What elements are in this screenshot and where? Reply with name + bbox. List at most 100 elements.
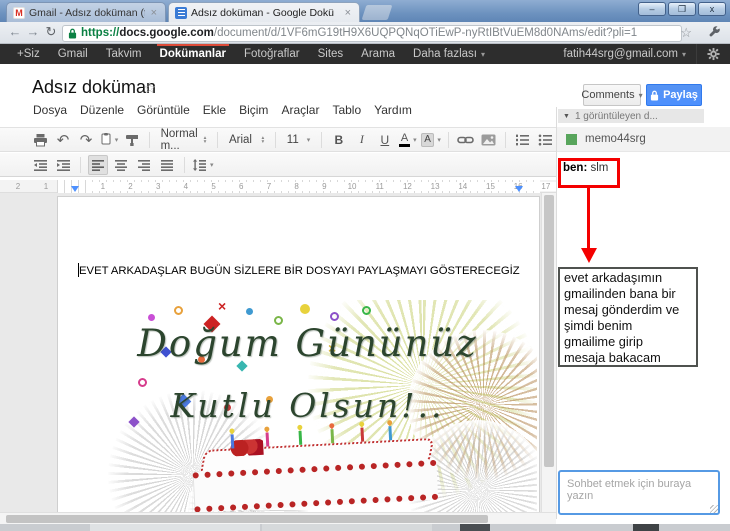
right-indent-marker[interactable] [515, 186, 523, 192]
horizontal-scrollbar[interactable] [0, 512, 556, 524]
share-button[interactable]: Paylaş [646, 84, 702, 106]
tab-docs-label: Adsız doküman - Google Dokü [191, 6, 334, 19]
window-titlebar: M Gmail - Adsız doküman (fatih4 × Adsız … [0, 0, 730, 22]
menu-item[interactable]: Araçlar [281, 103, 319, 117]
gdoc-favicon-icon [175, 6, 187, 19]
left-indent-marker[interactable] [71, 186, 79, 192]
bold-button[interactable]: B [329, 130, 349, 150]
ruler-number: 2 [116, 182, 145, 191]
document-page[interactable]: EVET ARKADAŞLAR BUGÜN SİZLERE BİR DOSYAY… [57, 196, 540, 526]
paint-roller-icon[interactable] [122, 130, 142, 150]
reload-icon[interactable]: ↻ [42, 24, 60, 40]
minimize-button[interactable]: – [638, 2, 666, 16]
gmail-favicon-icon: M [13, 6, 25, 19]
url-path: /document/d/1VF6mG19tH9X6UQPQNqOTiEwP-ny… [213, 27, 638, 39]
https-lock-icon [68, 28, 77, 38]
new-tab-button[interactable] [361, 5, 393, 20]
tab-close-icon[interactable]: × [149, 7, 159, 19]
ruler-number: 12 [393, 182, 422, 191]
image-text-line1: Doğum Gününüz [137, 322, 478, 365]
decrease-indent-icon[interactable] [30, 155, 50, 175]
menu-item[interactable]: Yardım [374, 103, 412, 117]
taskbar-segment [90, 524, 260, 531]
undo-icon[interactable]: ↶ [53, 130, 73, 150]
redo-icon[interactable]: ↷ [76, 130, 96, 150]
increase-indent-icon[interactable] [53, 155, 73, 175]
font-select[interactable]: Arial ▴ ▾ [225, 134, 268, 146]
bulleted-list-icon[interactable] [536, 130, 556, 150]
menu-item[interactable]: Dosya [33, 103, 67, 117]
print-icon[interactable] [30, 130, 50, 150]
horizontal-scrollbar-thumb[interactable] [6, 515, 488, 523]
menu-item[interactable]: Görüntüle [137, 103, 190, 117]
comments-button[interactable]: Comments [581, 84, 641, 106]
ruler-page-numbers: 1 2 3 4 5 6 7 8 9 10 11 12 13 14 15 16 17 [89, 182, 560, 191]
restore-button[interactable]: ❐ [668, 2, 696, 16]
birthday-image[interactable]: × × Doğum Gününüz Kutlu Olsun!.. [78, 300, 537, 526]
google-bar: +Siz Gmail Takvim Dokümanlar Fotoğraflar Site… [0, 44, 730, 64]
insert-link-icon[interactable] [455, 130, 475, 150]
wrench-menu-icon[interactable] [708, 26, 722, 40]
google-bar-item[interactable]: Takvim [97, 44, 151, 64]
vertical-scrollbar-thumb[interactable] [544, 195, 554, 467]
annotation-note-line: şimdi benim [564, 317, 633, 333]
justify-button[interactable] [157, 155, 177, 175]
google-bar-item[interactable]: Sites [309, 44, 353, 64]
styles-select[interactable]: Normal m... ▴ ▾ [157, 128, 211, 152]
forward-icon[interactable]: → [24, 24, 42, 39]
font-select-value: Arial [228, 133, 252, 146]
gear-icon[interactable] [697, 47, 730, 61]
document-paragraph: EVET ARKADAŞLAR BUGÜN SİZLERE BİR DOSYAY… [79, 265, 520, 277]
align-right-button[interactable] [134, 155, 154, 175]
google-bar-item[interactable]: +Siz [8, 44, 49, 64]
back-icon[interactable]: ← [6, 24, 24, 39]
numbered-list-icon[interactable] [513, 130, 533, 150]
document-canvas: EVET ARKADAŞLAR BUGÜN SİZLERE BİR DOSYAY… [0, 193, 541, 526]
annotation-red-box [558, 158, 620, 188]
divider [321, 131, 322, 148]
viewers-dropdown[interactable]: ▼ 1 görüntüleyen d... [558, 109, 704, 123]
ruler-number: 13 [421, 182, 449, 191]
ruler-number: 6 [227, 182, 256, 191]
menu-item[interactable]: Düzenle [80, 103, 124, 117]
tab-gmail-label: Gmail - Adsız doküman (fatih4 [29, 6, 145, 19]
italic-button[interactable]: I [352, 130, 372, 150]
chat-user-row: memo44srg [557, 127, 730, 152]
divider [80, 156, 81, 173]
resize-grip-icon[interactable] [710, 505, 718, 513]
google-bar-item[interactable]: Fotoğraflar [235, 44, 309, 64]
align-center-button[interactable] [111, 155, 131, 175]
bookmark-star-icon[interactable]: ☆ [680, 25, 692, 41]
text-color-button[interactable]: A ▾ [398, 130, 418, 150]
tab-gmail[interactable]: M Gmail - Adsız doküman (fatih4 × [6, 2, 166, 22]
account-email[interactable]: fatih44srg@gmail.com [553, 48, 696, 60]
divider [447, 131, 449, 148]
font-size-select[interactable]: 11 ▾ [283, 134, 314, 146]
google-bar-item[interactable]: Daha fazlası [404, 44, 494, 64]
menu-item[interactable]: Biçim [239, 103, 268, 117]
align-left-button[interactable] [88, 154, 108, 175]
styles-select-value: Normal m... [160, 127, 198, 152]
google-bar-item[interactable]: Dokümanlar [151, 44, 235, 64]
divider [275, 131, 276, 148]
close-button[interactable]: x [698, 2, 726, 16]
ruler-number: 5 [199, 182, 228, 191]
vertical-scrollbar[interactable] [541, 193, 556, 512]
menu-item[interactable]: Ekle [203, 103, 226, 117]
highlight-color-button[interactable]: A ▾ [420, 130, 441, 150]
line-spacing-button[interactable]: ▾ [192, 155, 214, 175]
google-bar-item[interactable]: Arama [352, 44, 404, 64]
paint-format-icon[interactable]: ▾ [99, 130, 119, 150]
tab-docs[interactable]: Adsız doküman - Google Dokü × [168, 2, 360, 22]
tab-close-icon[interactable]: × [343, 7, 353, 19]
annotation-arrow-head [581, 248, 597, 263]
ruler-number: 1 [89, 182, 117, 191]
menu-item[interactable]: Tablo [332, 103, 361, 117]
document-title[interactable]: Adsız doküman [32, 77, 156, 98]
underline-button[interactable]: U [375, 130, 395, 150]
address-bar[interactable]: https://docs.google.com/document/d/1VF6m… [62, 24, 682, 42]
insert-image-icon[interactable] [478, 130, 498, 150]
google-bar-item[interactable]: Gmail [49, 44, 97, 64]
star-document-icon[interactable]: ☆ [143, 79, 156, 97]
chat-input[interactable] [558, 470, 720, 515]
